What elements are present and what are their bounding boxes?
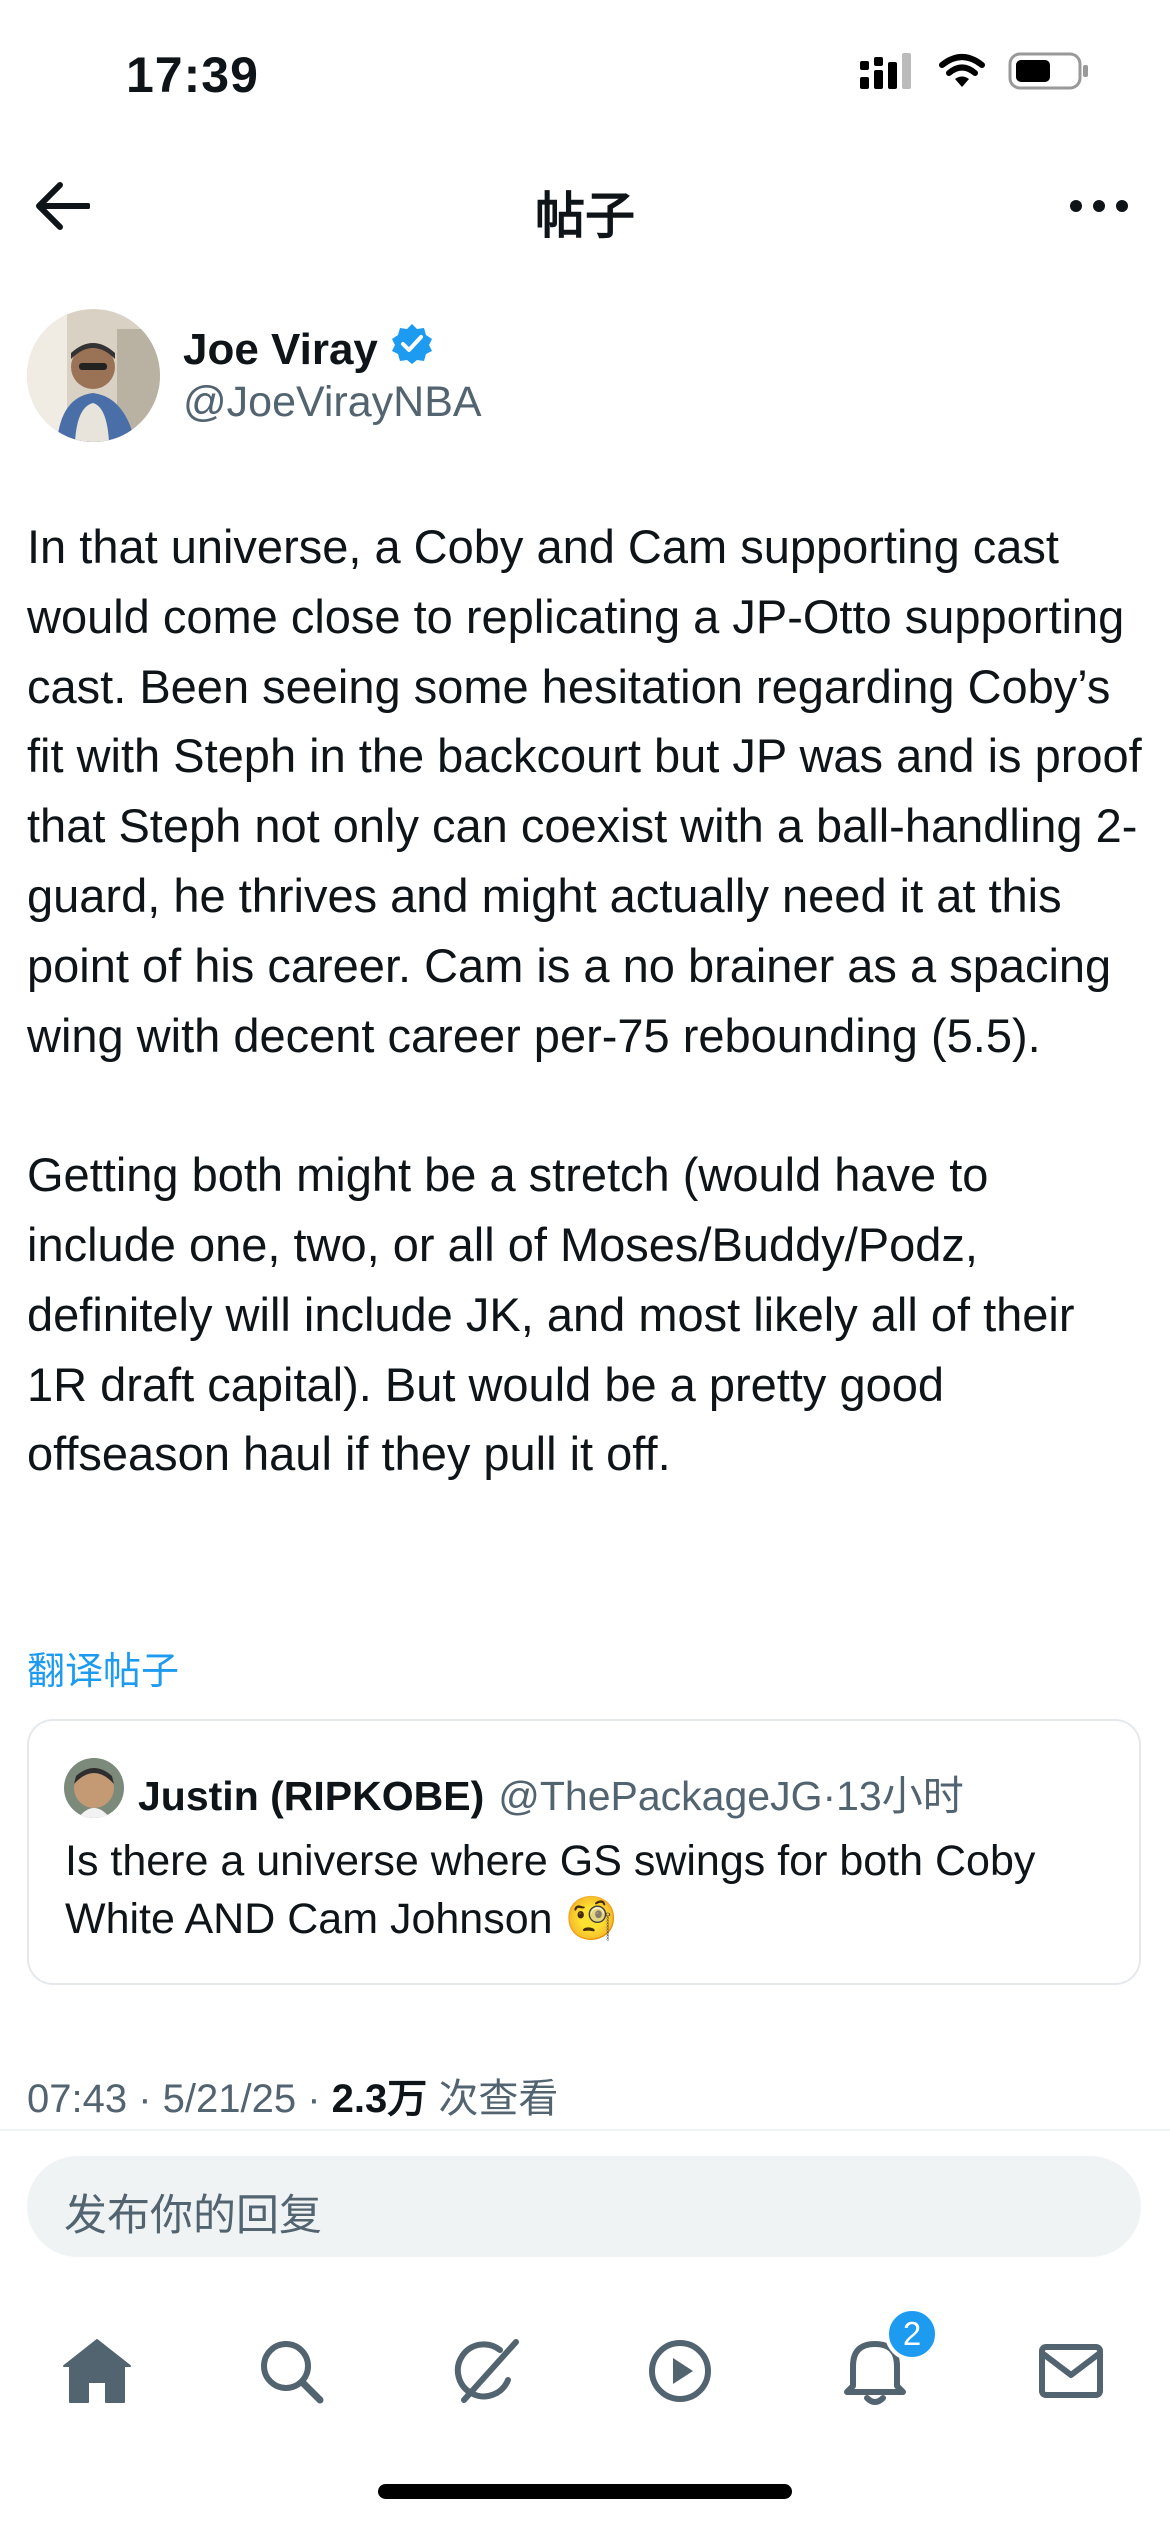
notification-badge: 2: [885, 2307, 939, 2361]
mail-icon: [1038, 2343, 1104, 2404]
tweet-paragraph: Getting both might be a stretch (would h…: [27, 1148, 1075, 1481]
author-name-text: Joe Viray: [183, 324, 378, 374]
tab-search[interactable]: [236, 2318, 346, 2428]
tab-video[interactable]: [625, 2318, 735, 2428]
home-indicator[interactable]: [378, 2484, 792, 2499]
battery-icon: [1008, 52, 1090, 95]
divider: [0, 2129, 1170, 2131]
signal-icon: [860, 53, 916, 94]
quote-time: 13小时: [836, 1773, 964, 1819]
quote-header: Justin (RIPKOBE) @ThePackageJG·13小时: [138, 1762, 964, 1822]
post-meta: 07:43 · 5/21/25 · 2.3万 次查看: [27, 2077, 559, 2121]
post-time: 07:43: [27, 2077, 128, 2121]
tweet-paragraph: In that universe, a Coby and Cam support…: [27, 520, 1142, 1062]
reply-placeholder: 发布你的回复: [64, 2192, 322, 2240]
tweet-text: In that universe, a Coby and Cam support…: [27, 512, 1147, 1559]
search-icon: [258, 2338, 324, 2409]
author-handle[interactable]: @JoeVirayNBA: [183, 378, 482, 427]
quote-author-name: Justin (RIPKOBE): [138, 1773, 485, 1819]
quote-meta: @ThePackageJG·13小时: [498, 1773, 964, 1819]
tab-grok[interactable]: [430, 2318, 540, 2428]
verified-badge-icon: [390, 322, 434, 377]
quote-text: Is there a universe where GS swings for …: [65, 1837, 1036, 1943]
status-time: 17:39: [126, 47, 259, 103]
author-avatar[interactable]: [27, 309, 160, 442]
author-name[interactable]: Joe Viray: [183, 322, 434, 377]
more-button[interactable]: [1054, 172, 1144, 244]
more-icon: [1069, 199, 1129, 218]
home-icon: [62, 2338, 132, 2409]
views-label: 次查看: [438, 2077, 559, 2121]
grok-icon: [450, 2336, 520, 2411]
quote-author-handle: @ThePackageJG: [498, 1773, 823, 1819]
view-count: 2.3万: [331, 2077, 428, 2121]
video-icon: [647, 2338, 713, 2409]
tab-messages[interactable]: [1016, 2318, 1126, 2428]
translate-post-link[interactable]: 翻译帖子: [27, 1640, 179, 1695]
page-title: 帖子: [535, 188, 635, 244]
tab-home[interactable]: [42, 2318, 152, 2428]
post-date: 5/21/25: [162, 2077, 297, 2121]
status-icons: [860, 52, 1090, 95]
wifi-icon: [938, 53, 986, 94]
quote-author-avatar: [64, 1758, 124, 1818]
